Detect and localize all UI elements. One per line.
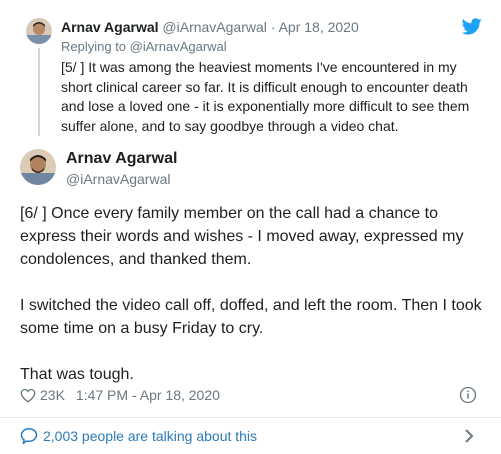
parent-author-name[interactable]: Arnav Agarwal xyxy=(61,19,159,35)
parent-tweet-date[interactable]: Apr 18, 2020 xyxy=(279,19,359,35)
speech-bubble-icon xyxy=(20,427,38,444)
thread-connector-line xyxy=(38,48,40,136)
like-count[interactable]: 23K xyxy=(40,385,65,405)
conversation-link[interactable]: 2,003 people are talking about this xyxy=(0,418,501,454)
parent-tweet-header: Arnav Agarwal @iArnavAgarwal · Apr 18, 2… xyxy=(61,18,359,36)
chevron-right-icon[interactable] xyxy=(464,428,474,444)
parent-author-avatar[interactable] xyxy=(26,18,52,44)
main-tweet-text: [6/ ] Once every family member on the ca… xyxy=(20,202,482,386)
main-author-handle[interactable]: @iArnavAgarwal xyxy=(66,170,170,188)
tweet-timestamp[interactable]: 1:47 PM - Apr 18, 2020 xyxy=(76,385,220,405)
tweet-stats: 23K 1:47 PM - Apr 18, 2020 xyxy=(20,385,220,405)
main-author-avatar[interactable] xyxy=(20,149,56,185)
tweet-paragraph: I switched the video call off, doffed, a… xyxy=(20,297,482,337)
parent-tweet-text: [5/ ] It was among the heaviest moments … xyxy=(61,59,470,134)
parent-meta-separator: · xyxy=(270,19,276,35)
parent-author-handle[interactable]: @iArnavAgarwal xyxy=(162,19,266,35)
main-author-name[interactable]: Arnav Agarwal xyxy=(66,149,177,169)
replying-to-label: Replying to @iArnavAgarwal xyxy=(61,39,227,54)
conversation-count-label[interactable]: 2,003 people are talking about this xyxy=(43,426,257,446)
tweet-paragraph: [6/ ] Once every family member on the ca… xyxy=(20,205,464,268)
twitter-bird-icon[interactable] xyxy=(462,18,482,35)
tweet-paragraph: That was tough. xyxy=(20,366,134,383)
heart-icon[interactable] xyxy=(20,388,36,403)
embedded-tweet-card: Arnav Agarwal @iArnavAgarwal · Apr 18, 2… xyxy=(0,0,501,454)
info-icon[interactable] xyxy=(459,386,477,404)
